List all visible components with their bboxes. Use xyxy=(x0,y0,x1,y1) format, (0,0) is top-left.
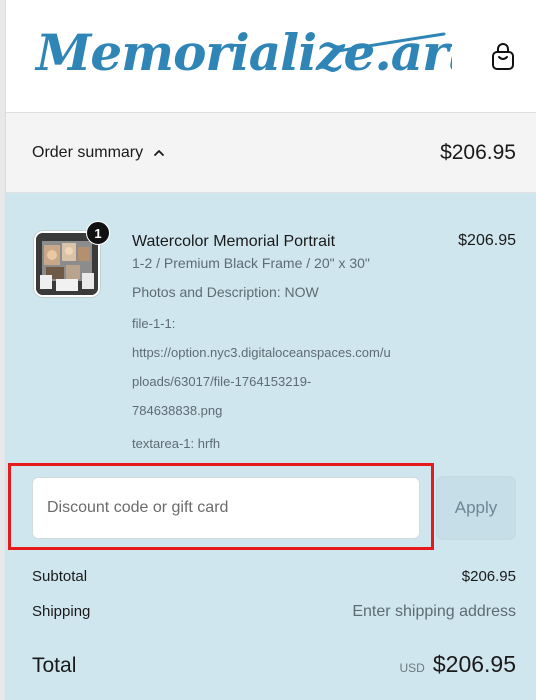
total-value: $206.95 xyxy=(432,651,516,677)
product-file-url-line: https://option.nyc3.digitaloceanspaces.c… xyxy=(132,345,391,360)
chevron-up-icon xyxy=(154,149,165,156)
order-summary-toggle[interactable]: Order summary xyxy=(32,144,165,162)
apply-discount-button[interactable]: Apply xyxy=(436,476,516,540)
shipping-row: Shipping Enter shipping address xyxy=(32,603,516,621)
product-price: $206.95 xyxy=(458,232,516,249)
product-file-url-line: 784638838.png xyxy=(132,403,223,418)
logo-text: Memorialize.art xyxy=(34,23,452,82)
total-amount: USD $206.95 xyxy=(400,651,516,678)
product-thumbnail-wrap: 1 xyxy=(34,221,110,297)
order-summary-label: Order summary xyxy=(32,143,144,161)
quantity-badge: 1 xyxy=(86,221,110,245)
product-variant: 1-2 / Premium Black Frame / 20" x 30" xyxy=(132,255,370,271)
order-summary-bar: Order summary $206.95 xyxy=(6,113,536,193)
product-property-photos: Photos and Description: NOW xyxy=(132,284,319,300)
subtotal-value: $206.95 xyxy=(461,568,516,585)
shopping-bag-icon[interactable] xyxy=(490,42,516,72)
discount-code-input[interactable] xyxy=(32,477,420,539)
product-collage-image xyxy=(36,233,98,295)
product-file-label: file-1-1: xyxy=(132,316,176,331)
summary-total: $206.95 xyxy=(440,140,516,164)
product-file-url-line: ploads/63017/file-1764153219- xyxy=(132,374,312,389)
product-title: Watercolor Memorial Portrait xyxy=(132,233,336,250)
subtotal-label: Subtotal xyxy=(32,568,88,585)
currency-code: USD xyxy=(399,661,425,675)
total-row: Total USD $206.95 xyxy=(32,651,516,678)
subtotal-row: Subtotal $206.95 xyxy=(32,568,516,585)
total-label: Total xyxy=(32,654,77,677)
shipping-label: Shipping xyxy=(32,603,91,620)
memorialize-logo[interactable]: Memorialize.art xyxy=(32,12,452,92)
shipping-value: Enter shipping address xyxy=(352,603,516,620)
order-summary-panel: 1 Watercolor Memorial Portrait 1-2 / Pre… xyxy=(6,193,536,700)
product-textarea-property: textarea-1: hrfh xyxy=(132,436,221,451)
checkout-header: Memorialize.art xyxy=(6,0,536,113)
product-details: Watercolor Memorial Portrait 1-2 / Premi… xyxy=(132,232,432,458)
